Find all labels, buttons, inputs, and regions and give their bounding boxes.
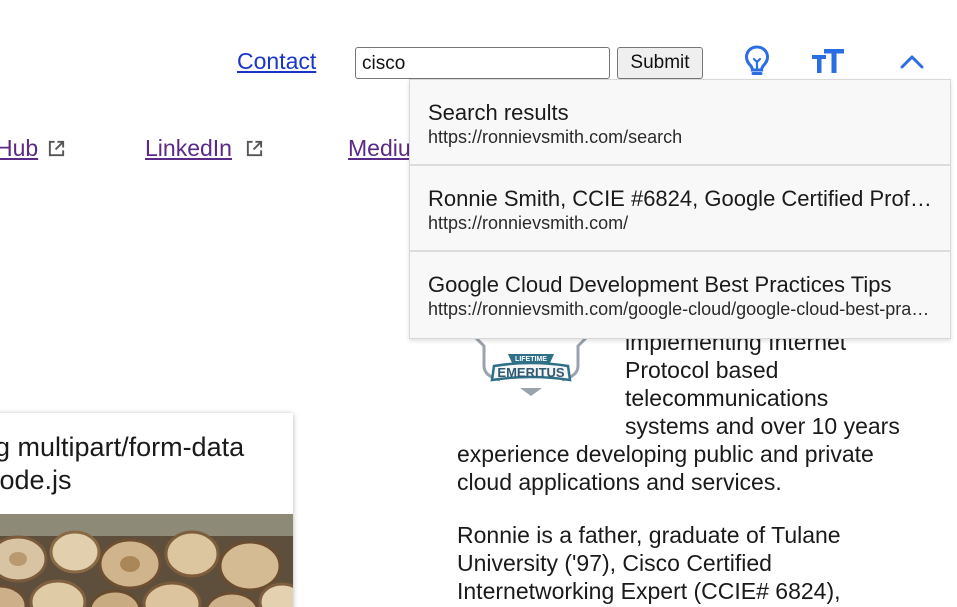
card-title-line: ng multipart/form-data <box>0 432 245 462</box>
contact-link[interactable]: Contact <box>237 48 316 75</box>
bio-paragraph-continued: experience developing public and private… <box>457 440 937 496</box>
search-suggestion[interactable]: Ronnie Smith, CCIE #6824, Google Certifi… <box>410 166 950 252</box>
bio-line: experience developing public and private <box>457 441 874 467</box>
suggestion-url: https://ronnievsmith.com/ <box>428 213 629 233</box>
suggestion-title: Search results <box>428 100 569 125</box>
external-link-icon <box>48 140 65 157</box>
bio-line: Internetworking Expert (CCIE# 6824), <box>457 578 841 604</box>
bio-line: Protocol based <box>625 357 779 383</box>
bio-paragraph-2: Ronnie is a father, graduate of Tulane U… <box>457 521 937 605</box>
bio-line: University ('97), Cisco Certified <box>457 550 772 576</box>
suggestion-title: Google Cloud Development Best Practices … <box>428 272 892 297</box>
social-link-linkedin[interactable]: LinkedIn <box>145 135 232 162</box>
search-input[interactable] <box>355 47 610 79</box>
page: Contact Submit Hub LinkedIn Mediu <box>0 0 957 607</box>
social-link-github[interactable]: Hub <box>0 135 38 162</box>
card-title-line: Node.js <box>0 465 72 495</box>
card-title[interactable]: ng multipart/form-data Node.js <box>0 431 244 497</box>
search-suggestion[interactable]: Search results https://ronnievsmith.com/… <box>410 80 950 166</box>
emeritus-badge: LIFETIME EMERITUS <box>474 336 588 396</box>
bio-line: cloud applications and services. <box>457 469 782 495</box>
bio-narrow-paragraph: implementing Internet Protocol based tel… <box>625 328 945 440</box>
lightbulb-icon[interactable] <box>740 44 774 78</box>
article-card[interactable]: ng multipart/form-data Node.js <box>0 413 293 607</box>
social-link-medium[interactable]: Mediu <box>348 135 411 162</box>
suggestion-url: https://ronnievsmith.com/search <box>428 127 683 147</box>
submit-button[interactable]: Submit <box>617 47 703 79</box>
search-suggestion[interactable]: Google Cloud Development Best Practices … <box>410 252 950 338</box>
external-link-icon <box>246 140 263 157</box>
suggestion-url: https://ronnievsmith.com/google-cloud/go… <box>428 299 932 319</box>
badge-ribbon-large: EMERITUS <box>497 365 565 380</box>
text-size-icon[interactable] <box>811 44 845 78</box>
bio-line: telecommunications <box>625 385 829 411</box>
suggestion-title: Ronnie Smith, CCIE #6824, Google Certifi… <box>428 186 932 211</box>
search-suggestions-dropdown: Search results https://ronnievsmith.com/… <box>409 79 951 339</box>
card-image <box>0 514 293 607</box>
bio-line: Ronnie is a father, graduate of Tulane <box>457 522 841 548</box>
chevron-up-icon[interactable] <box>895 44 929 78</box>
bio-line: systems and over 10 years <box>625 413 900 439</box>
